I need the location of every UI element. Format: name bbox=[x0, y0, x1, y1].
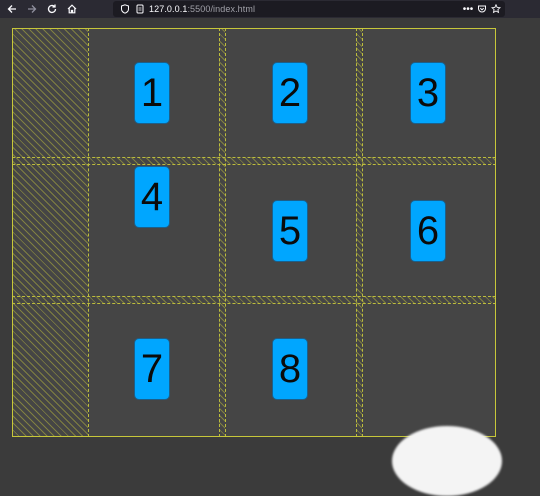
url-text: 127.0.0.1:5500/index.html bbox=[149, 4, 255, 14]
browser-toolbar: 127.0.0.1:5500/index.html ••• bbox=[0, 0, 540, 18]
grid-line-v5 bbox=[362, 28, 363, 437]
back-arrow-icon bbox=[7, 5, 16, 13]
grid-container: 1 2 3 4 5 6 7 8 bbox=[12, 28, 496, 437]
back-button[interactable] bbox=[2, 0, 22, 18]
grid-gap-row-1 bbox=[88, 157, 496, 164]
grid-item-6[interactable]: 6 bbox=[410, 200, 446, 262]
grid-line-v1 bbox=[88, 28, 89, 437]
home-icon bbox=[67, 4, 77, 14]
page-viewport: 1 2 3 4 5 6 7 8 bbox=[0, 18, 540, 496]
reload-button[interactable] bbox=[42, 0, 62, 18]
overlay-white-blob bbox=[392, 426, 502, 496]
url-path: :5500/index.html bbox=[187, 4, 256, 14]
grid-gap-column-left bbox=[12, 28, 88, 437]
home-button[interactable] bbox=[62, 0, 82, 18]
shield-icon[interactable] bbox=[119, 3, 131, 15]
page-actions-menu-button[interactable]: ••• bbox=[461, 1, 475, 17]
forward-button[interactable] bbox=[22, 0, 42, 18]
reload-icon bbox=[47, 4, 57, 14]
grid-line-h2 bbox=[12, 164, 496, 165]
grid-line-h1 bbox=[12, 157, 496, 158]
address-bar[interactable]: 127.0.0.1:5500/index.html ••• bbox=[113, 1, 505, 17]
pocket-icon[interactable] bbox=[475, 1, 489, 17]
grid-line-v4 bbox=[356, 28, 357, 437]
grid-item-7[interactable]: 7 bbox=[134, 338, 170, 400]
grid-line-v2 bbox=[219, 28, 220, 437]
grid-item-8[interactable]: 8 bbox=[272, 338, 308, 400]
grid-item-1[interactable]: 1 bbox=[134, 62, 170, 124]
grid-item-3[interactable]: 3 bbox=[410, 62, 446, 124]
grid-item-2[interactable]: 2 bbox=[272, 62, 308, 124]
grid-item-5[interactable]: 5 bbox=[272, 200, 308, 262]
grid-line-v3 bbox=[225, 28, 226, 437]
url-actions: ••• bbox=[461, 1, 503, 17]
page-info-icon[interactable] bbox=[134, 3, 146, 15]
grid-line-h3 bbox=[12, 296, 496, 297]
forward-arrow-icon bbox=[28, 5, 37, 13]
grid-item-4[interactable]: 4 bbox=[134, 166, 170, 228]
grid-line-h4 bbox=[12, 303, 496, 304]
url-host: 127.0.0.1 bbox=[149, 4, 188, 14]
bookmark-star-icon[interactable] bbox=[489, 1, 503, 17]
grid-gap-row-2 bbox=[88, 296, 496, 303]
